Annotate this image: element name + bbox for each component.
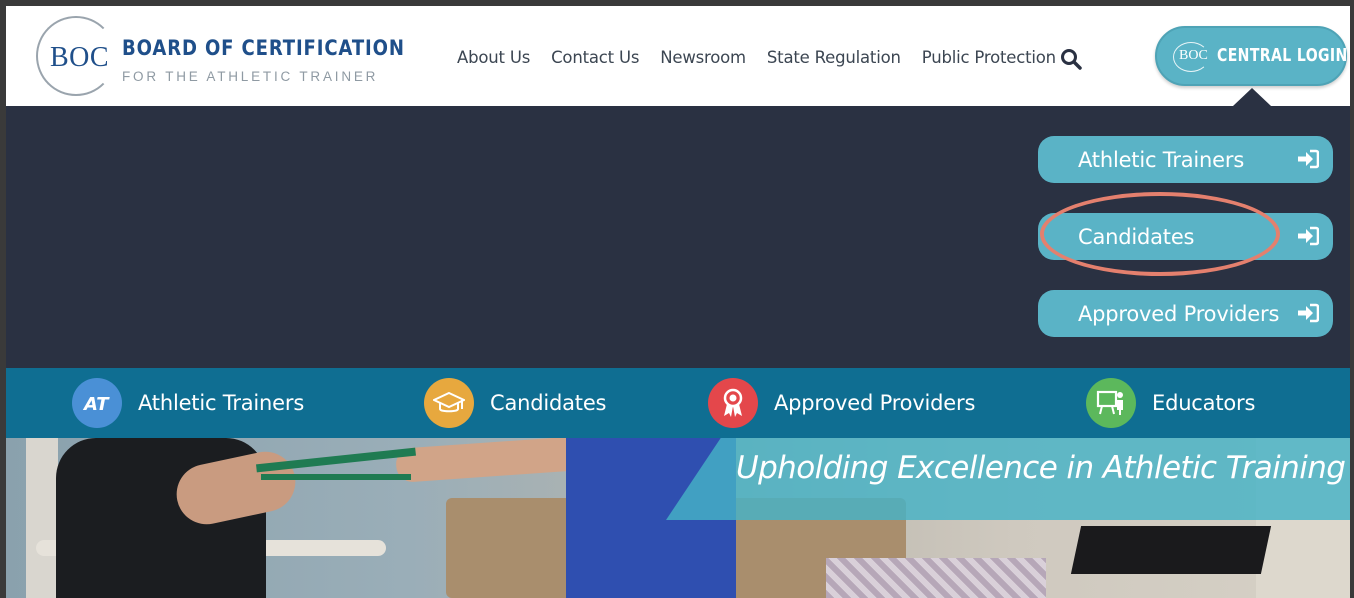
nav-public-protection[interactable]: Public Protection [922,48,1056,67]
teacher-board-icon [1086,378,1136,428]
category-label: Candidates [490,391,607,415]
award-ribbon-icon [708,378,758,428]
hero-image: Upholding Excellence in Athletic Trainin… [6,438,1350,598]
login-label: CENTRAL LOGIN [1217,45,1348,66]
hero-title: Upholding Excellence in Athletic Trainin… [736,450,1346,486]
graduation-cap-icon [424,378,474,428]
logo-abbr: BOC [50,42,110,73]
nav-contact-us[interactable]: Contact Us [551,48,639,67]
hero-keyboard-tray [1070,526,1272,574]
logo-title: BOARD OF CERTIFICATION [122,36,405,60]
svg-text:AT: AT [82,394,110,413]
category-label: Approved Providers [774,391,976,415]
nav-state-regulation[interactable]: State Regulation [767,48,901,67]
sign-in-icon [1297,226,1320,246]
central-login-button[interactable]: BOC CENTRAL LOGIN [1155,26,1347,86]
hero-resistance-band [261,474,411,480]
dropdown-item-label: Athletic Trainers [1078,148,1245,172]
hero-sheet [826,558,1046,598]
site-header: BOC BOARD OF CERTIFICATION FOR THE ATHLE… [6,6,1350,106]
nav-newsroom[interactable]: Newsroom [660,48,746,67]
sign-in-icon [1297,149,1320,169]
logo-subtitle: FOR THE ATHLETIC TRAINER [122,69,379,84]
hero-pillar [26,438,58,598]
category-bar: AT Athletic Trainers Candidates Approved… [6,368,1350,438]
login-approved-providers-button[interactable]: Approved Providers [1038,290,1333,337]
dropdown-item-label: Approved Providers [1078,302,1280,326]
boc-logo[interactable]: BOC BOARD OF CERTIFICATION FOR THE ATHLE… [36,14,404,100]
category-candidates[interactable]: Candidates [424,376,607,430]
at-icon: AT [72,378,122,428]
search-icon[interactable] [1060,48,1082,70]
browser-page: BOC BOARD OF CERTIFICATION FOR THE ATHLE… [6,6,1350,598]
category-label: Athletic Trainers [138,391,305,415]
main-nav: About Us Contact Us Newsroom State Regul… [457,48,1077,67]
category-approved-providers[interactable]: Approved Providers [708,376,975,430]
sign-in-icon [1297,303,1320,323]
login-abbr: BOC [1179,48,1208,63]
dropdown-caret [1233,88,1271,106]
category-athletic-trainers[interactable]: AT Athletic Trainers [72,376,304,430]
candidates-highlight-annotation [1040,192,1280,276]
nav-about-us[interactable]: About Us [457,48,530,67]
login-athletic-trainers-button[interactable]: Athletic Trainers [1038,136,1333,183]
category-educators[interactable]: Educators [1086,376,1255,430]
category-label: Educators [1152,391,1256,415]
